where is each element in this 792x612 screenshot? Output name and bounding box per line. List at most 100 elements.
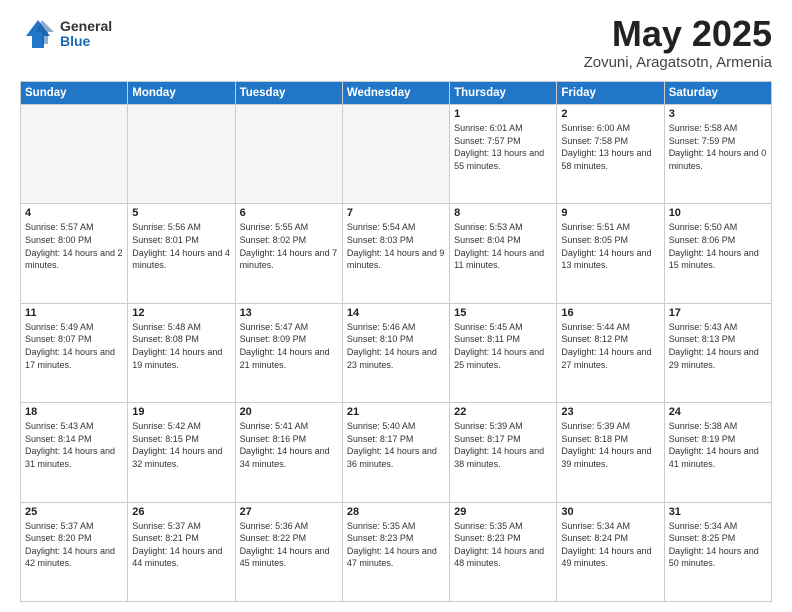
table-row bbox=[128, 105, 235, 204]
table-row: 8 Sunrise: 5:53 AM Sunset: 8:04 PM Daylig… bbox=[450, 204, 557, 303]
day-number: 31 bbox=[669, 506, 767, 518]
day-info: Sunrise: 5:57 AM Sunset: 8:00 PM Dayligh… bbox=[25, 221, 123, 271]
day-number: 21 bbox=[347, 406, 445, 418]
logo-blue-label: Blue bbox=[60, 34, 112, 49]
table-row: 7Sunrise: 5:54 AM Sunset: 8:03 PM Daylig… bbox=[342, 204, 449, 303]
table-row bbox=[21, 105, 128, 204]
day-info: Sunrise: 5:43 AM Sunset: 8:14 PM Dayligh… bbox=[25, 420, 123, 470]
day-info: Sunrise: 5:42 AM Sunset: 8:15 PM Dayligh… bbox=[132, 420, 230, 470]
day-number: 12 bbox=[132, 307, 230, 319]
logo-general-label: General bbox=[60, 19, 112, 34]
day-number: 25 bbox=[25, 506, 123, 518]
table-row: 3 Sunrise: 5:58 AM Sunset: 7:59 PM Daylig… bbox=[664, 105, 771, 204]
day-number: 16 bbox=[561, 307, 659, 319]
day-number: 24 bbox=[669, 406, 767, 418]
table-row: 24 Sunrise: 5:38 AM Sunset: 8:19 PM Dayli… bbox=[664, 403, 771, 502]
logo-icon bbox=[20, 16, 56, 52]
calendar-week-row: 4 Sunrise: 5:57 AM Sunset: 8:00 PM Daylig… bbox=[21, 204, 772, 303]
day-number: 22 bbox=[454, 406, 552, 418]
day-number: 3 bbox=[669, 108, 767, 120]
table-row: 2Sunrise: 6:00 AM Sunset: 7:58 PM Daylig… bbox=[557, 105, 664, 204]
table-row: 31 Sunrise: 5:34 AM Sunset: 8:25 PM Dayli… bbox=[664, 502, 771, 601]
table-row: 13 Sunrise: 5:47 AM Sunset: 8:09 PM Dayli… bbox=[235, 303, 342, 402]
table-row: 10Sunrise: 5:50 AM Sunset: 8:06 PM Dayli… bbox=[664, 204, 771, 303]
day-info: Sunrise: 5:43 AM Sunset: 8:13 PM Dayligh… bbox=[669, 321, 767, 371]
table-row: 11 Sunrise: 5:49 AM Sunset: 8:07 PM Dayli… bbox=[21, 303, 128, 402]
table-row: 5Sunrise: 5:56 AM Sunset: 8:01 PM Daylig… bbox=[128, 204, 235, 303]
table-row: 14 Sunrise: 5:46 AM Sunset: 8:10 PM Dayli… bbox=[342, 303, 449, 402]
calendar-week-row: 11 Sunrise: 5:49 AM Sunset: 8:07 PM Dayli… bbox=[21, 303, 772, 402]
logo-text: General Blue bbox=[60, 19, 112, 50]
col-thursday: Thursday bbox=[450, 82, 557, 105]
table-row: 23 Sunrise: 5:39 AM Sunset: 8:18 PM Dayli… bbox=[557, 403, 664, 502]
day-info: Sunrise: 5:51 AM Sunset: 8:05 PM Dayligh… bbox=[561, 221, 659, 271]
table-row: 16Sunrise: 5:44 AM Sunset: 8:12 PM Dayli… bbox=[557, 303, 664, 402]
day-number: 29 bbox=[454, 506, 552, 518]
day-number: 23 bbox=[561, 406, 659, 418]
day-number: 28 bbox=[347, 506, 445, 518]
day-number: 9 bbox=[561, 207, 659, 219]
day-info: Sunrise: 5:38 AM Sunset: 8:19 PM Dayligh… bbox=[669, 420, 767, 470]
day-number: 4 bbox=[25, 207, 123, 219]
day-number: 8 bbox=[454, 207, 552, 219]
day-info: Sunrise: 5:34 AM Sunset: 8:25 PM Dayligh… bbox=[669, 520, 767, 570]
table-row: 17 Sunrise: 5:43 AM Sunset: 8:13 PM Dayli… bbox=[664, 303, 771, 402]
day-number: 1 bbox=[454, 108, 552, 120]
day-number: 20 bbox=[240, 406, 338, 418]
day-number: 2 bbox=[561, 108, 659, 120]
day-number: 13 bbox=[240, 307, 338, 319]
day-info: Sunrise: 5:54 AM Sunset: 8:03 PM Dayligh… bbox=[347, 221, 445, 271]
day-info: Sunrise: 5:41 AM Sunset: 8:16 PM Dayligh… bbox=[240, 420, 338, 470]
col-monday: Monday bbox=[128, 82, 235, 105]
table-row: 6Sunrise: 5:55 AM Sunset: 8:02 PM Daylig… bbox=[235, 204, 342, 303]
day-info: Sunrise: 5:37 AM Sunset: 8:21 PM Dayligh… bbox=[132, 520, 230, 570]
table-row: 26 Sunrise: 5:37 AM Sunset: 8:21 PM Dayli… bbox=[128, 502, 235, 601]
table-row: 21 Sunrise: 5:40 AM Sunset: 8:17 PM Dayli… bbox=[342, 403, 449, 502]
col-sunday: Sunday bbox=[21, 82, 128, 105]
day-info: Sunrise: 5:39 AM Sunset: 8:18 PM Dayligh… bbox=[561, 420, 659, 470]
day-info: Sunrise: 5:36 AM Sunset: 8:22 PM Dayligh… bbox=[240, 520, 338, 570]
day-info: Sunrise: 6:01 AM Sunset: 7:57 PM Dayligh… bbox=[454, 122, 552, 172]
day-info: Sunrise: 5:55 AM Sunset: 8:02 PM Dayligh… bbox=[240, 221, 338, 271]
calendar-week-row: 1 Sunrise: 6:01 AM Sunset: 7:57 PM Daylig… bbox=[21, 105, 772, 204]
table-row: 4 Sunrise: 5:57 AM Sunset: 8:00 PM Daylig… bbox=[21, 204, 128, 303]
day-info: Sunrise: 5:46 AM Sunset: 8:10 PM Dayligh… bbox=[347, 321, 445, 371]
table-row: 15Sunrise: 5:45 AM Sunset: 8:11 PM Dayli… bbox=[450, 303, 557, 402]
table-row: 20 Sunrise: 5:41 AM Sunset: 8:16 PM Dayli… bbox=[235, 403, 342, 502]
day-number: 5 bbox=[132, 207, 230, 219]
col-tuesday: Tuesday bbox=[235, 82, 342, 105]
day-info: Sunrise: 5:40 AM Sunset: 8:17 PM Dayligh… bbox=[347, 420, 445, 470]
day-number: 30 bbox=[561, 506, 659, 518]
logo: General Blue bbox=[20, 16, 112, 52]
day-info: Sunrise: 5:37 AM Sunset: 8:20 PM Dayligh… bbox=[25, 520, 123, 570]
day-number: 14 bbox=[347, 307, 445, 319]
table-row bbox=[342, 105, 449, 204]
table-row: 28 Sunrise: 5:35 AM Sunset: 8:23 PM Dayli… bbox=[342, 502, 449, 601]
day-info: Sunrise: 5:35 AM Sunset: 8:23 PM Dayligh… bbox=[347, 520, 445, 570]
day-number: 27 bbox=[240, 506, 338, 518]
title-location: Zovuni, Aragatsotn, Armenia bbox=[584, 54, 772, 71]
calendar-week-row: 25 Sunrise: 5:37 AM Sunset: 8:20 PM Dayli… bbox=[21, 502, 772, 601]
table-row: 1 Sunrise: 6:01 AM Sunset: 7:57 PM Daylig… bbox=[450, 105, 557, 204]
table-row: 25 Sunrise: 5:37 AM Sunset: 8:20 PM Dayli… bbox=[21, 502, 128, 601]
day-number: 11 bbox=[25, 307, 123, 319]
day-info: Sunrise: 5:50 AM Sunset: 8:06 PM Dayligh… bbox=[669, 221, 767, 271]
table-row: 12 Sunrise: 5:48 AM Sunset: 8:08 PM Dayli… bbox=[128, 303, 235, 402]
day-number: 26 bbox=[132, 506, 230, 518]
day-info: Sunrise: 5:48 AM Sunset: 8:08 PM Dayligh… bbox=[132, 321, 230, 371]
day-number: 17 bbox=[669, 307, 767, 319]
col-wednesday: Wednesday bbox=[342, 82, 449, 105]
title-month: May 2025 bbox=[584, 16, 772, 52]
day-info: Sunrise: 5:58 AM Sunset: 7:59 PM Dayligh… bbox=[669, 122, 767, 172]
table-row: 27 Sunrise: 5:36 AM Sunset: 8:22 PM Dayli… bbox=[235, 502, 342, 601]
table-row: 30Sunrise: 5:34 AM Sunset: 8:24 PM Dayli… bbox=[557, 502, 664, 601]
day-info: Sunrise: 5:47 AM Sunset: 8:09 PM Dayligh… bbox=[240, 321, 338, 371]
day-number: 15 bbox=[454, 307, 552, 319]
day-info: Sunrise: 5:49 AM Sunset: 8:07 PM Dayligh… bbox=[25, 321, 123, 371]
day-number: 18 bbox=[25, 406, 123, 418]
calendar-table: Sunday Monday Tuesday Wednesday Thursday… bbox=[20, 81, 772, 602]
header: General Blue May 2025 Zovuni, Aragatsotn… bbox=[20, 16, 772, 71]
day-info: Sunrise: 5:53 AM Sunset: 8:04 PM Dayligh… bbox=[454, 221, 552, 271]
day-info: Sunrise: 5:35 AM Sunset: 8:23 PM Dayligh… bbox=[454, 520, 552, 570]
table-row: 9 Sunrise: 5:51 AM Sunset: 8:05 PM Daylig… bbox=[557, 204, 664, 303]
